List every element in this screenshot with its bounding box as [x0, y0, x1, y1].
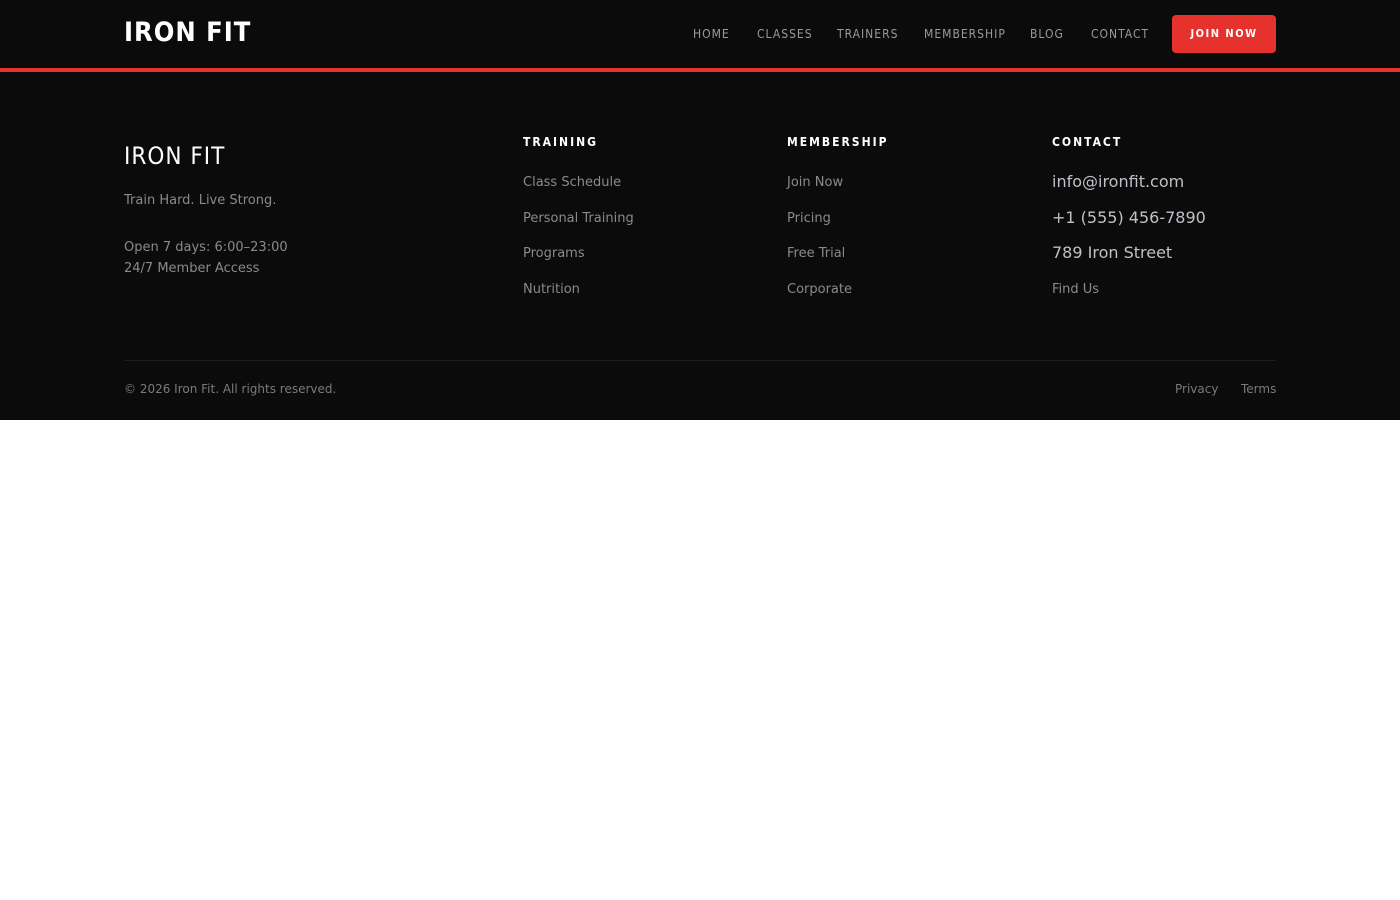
footer-link-join-now[interactable]: Join Now — [787, 175, 843, 190]
footer-link-find-us[interactable]: Find Us — [1052, 282, 1099, 297]
footer-hours: Open 7 days: 6:00–23:00 — [124, 240, 288, 255]
nav-link-membership[interactable]: MEMBERSHIP — [924, 27, 1006, 41]
footer-heading-membership: MEMBERSHIP — [787, 135, 889, 149]
footer-divider — [124, 360, 1276, 361]
privacy-link[interactable]: Privacy — [1175, 382, 1218, 396]
footer-link-class-schedule[interactable]: Class Schedule — [523, 175, 621, 190]
header-logo[interactable]: IRON FIT — [124, 17, 251, 48]
nav-link-contact[interactable]: CONTACT — [1091, 27, 1149, 41]
footer-access: 24/7 Member Access — [124, 261, 260, 276]
contact-phone-link[interactable]: +1 (555) 456-7890 — [1052, 208, 1206, 227]
copyright-text: © 2026 Iron Fit. All rights reserved. — [124, 382, 337, 396]
nav-link-home[interactable]: HOME — [693, 27, 730, 41]
nav-link-trainers[interactable]: TRAINERS — [837, 27, 898, 41]
site-header: IRON FIT HOME CLASSES TRAINERS MEMBERSHI… — [0, 0, 1400, 72]
footer-heading-contact: CONTACT — [1052, 135, 1123, 149]
footer-link-programs[interactable]: Programs — [523, 246, 585, 261]
footer-link-pricing[interactable]: Pricing — [787, 211, 831, 226]
join-now-button[interactable]: JOIN NOW — [1172, 15, 1276, 53]
contact-address: 789 Iron Street — [1052, 243, 1173, 262]
terms-link[interactable]: Terms — [1241, 382, 1276, 396]
footer-brand-name: IRON FIT — [124, 142, 226, 170]
footer-link-corporate[interactable]: Corporate — [787, 282, 852, 297]
nav-link-classes[interactable]: CLASSES — [757, 27, 813, 41]
nav-link-blog[interactable]: BLOG — [1030, 27, 1064, 41]
site-footer: IRON FIT Train Hard. Live Strong. Open 7… — [0, 72, 1400, 420]
footer-tagline: Train Hard. Live Strong. — [124, 193, 277, 208]
footer-link-free-trial[interactable]: Free Trial — [787, 246, 845, 261]
footer-heading-training: TRAINING — [523, 135, 598, 149]
contact-email-link[interactable]: info@ironfit.com — [1052, 172, 1184, 191]
footer-link-personal-training[interactable]: Personal Training — [523, 211, 634, 226]
footer-link-nutrition[interactable]: Nutrition — [523, 282, 580, 297]
